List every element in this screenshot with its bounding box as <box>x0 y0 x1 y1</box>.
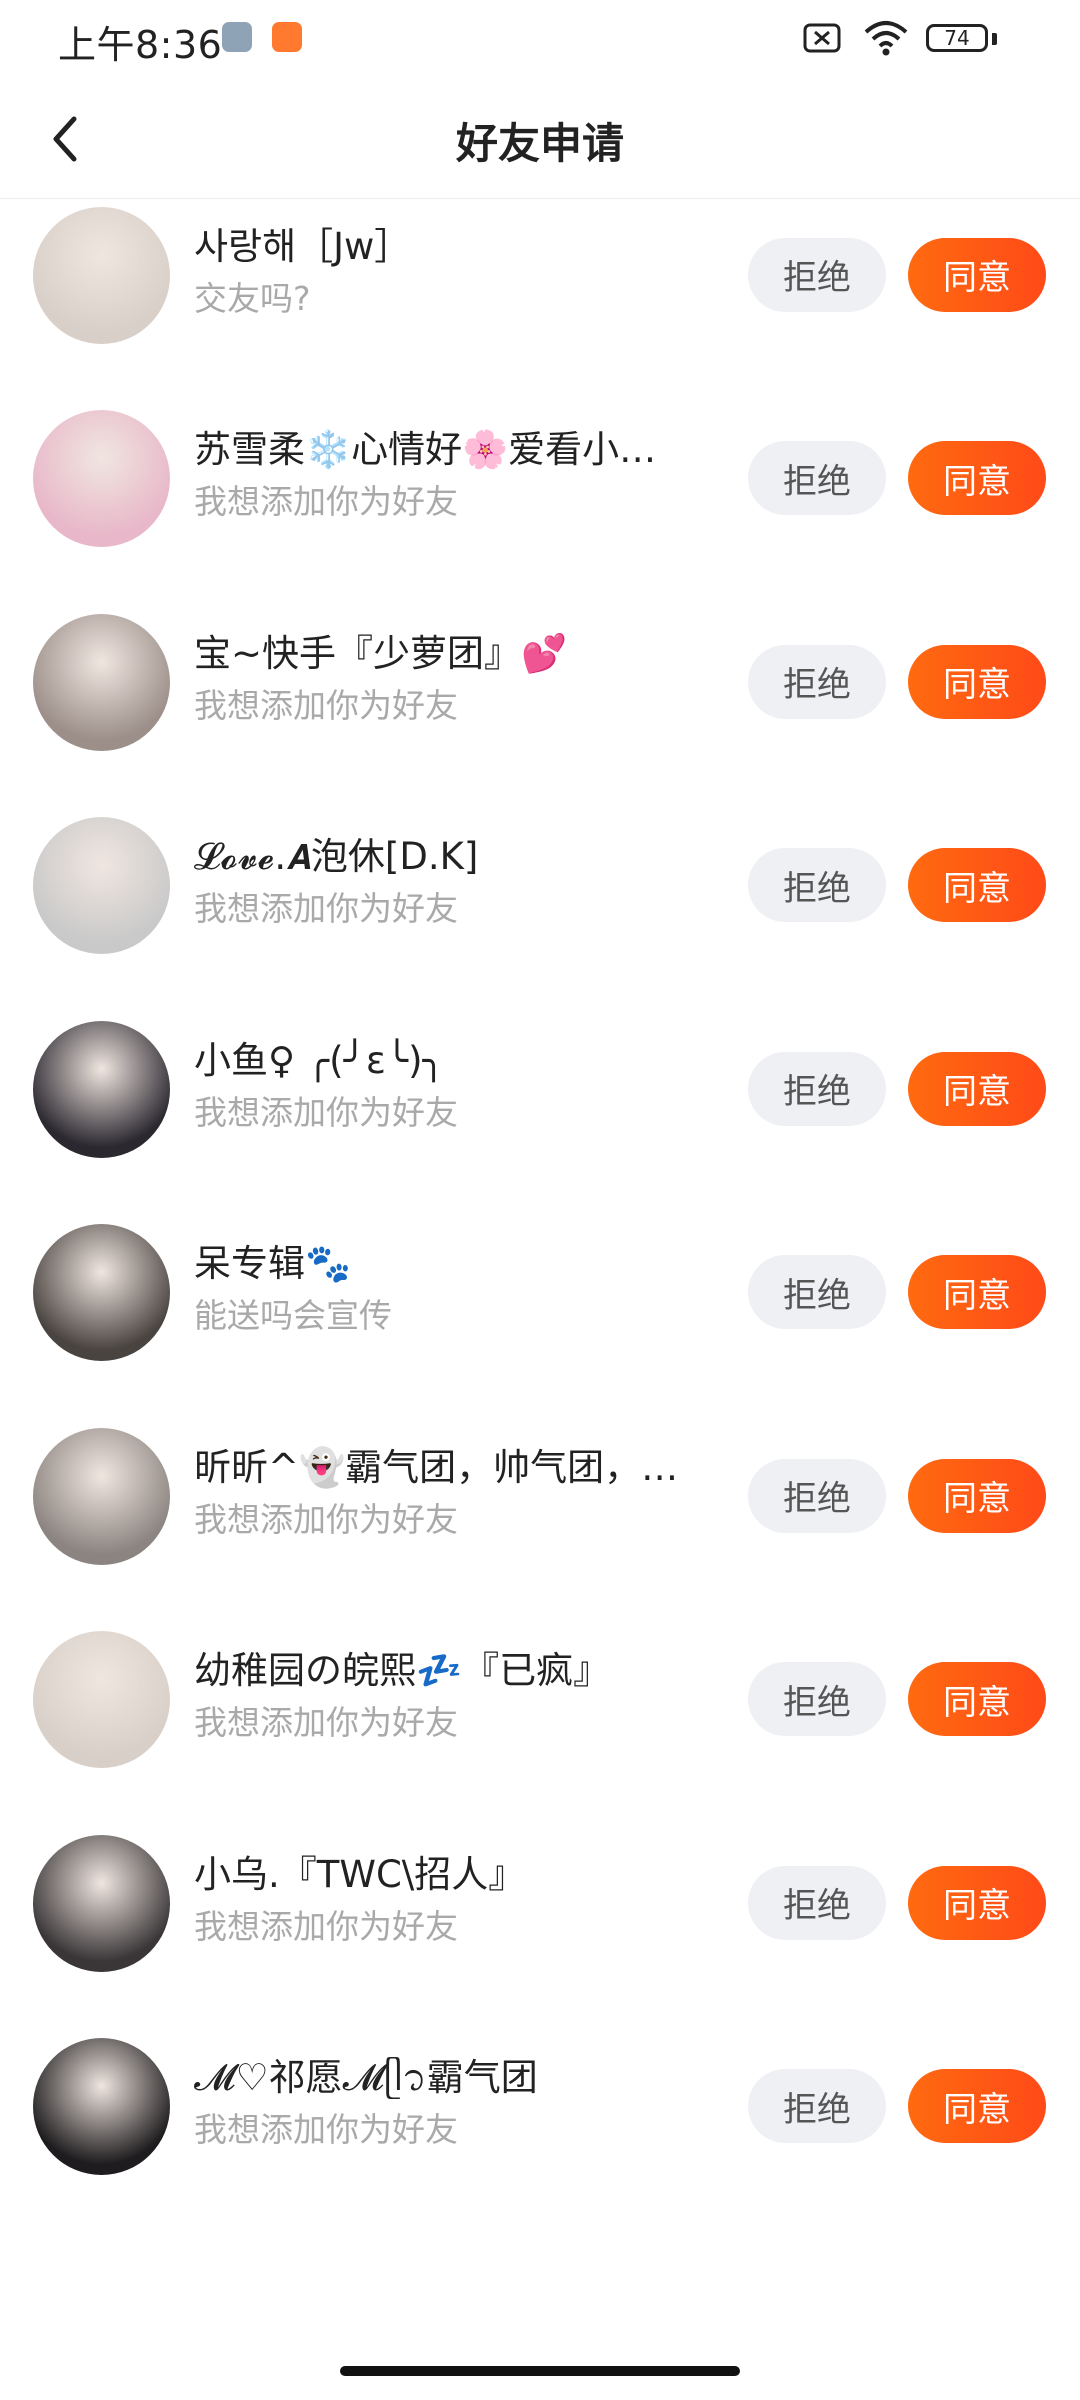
list-item[interactable]: 𝓛𝓸𝓿𝓮.𝘼泡休[D.K] 我想添加你为好友 拒绝 同意 <box>0 784 1080 988</box>
status-bar: 上午8:36 74 <box>0 0 1080 80</box>
accept-button[interactable]: 同意 <box>908 644 1046 719</box>
friend-request-list[interactable]: 枫叶.我想添加你为好友拒绝同意사랑해［Jw］交友吗?拒绝同意苏雪柔❄️心情好🌸爱… <box>0 198 1080 2338</box>
list-item[interactable]: 小鱼♀ ╭(╯ε╰)╮ 我想添加你为好友 拒绝 同意 <box>0 988 1080 1192</box>
no-sim-icon <box>803 23 841 53</box>
avatar[interactable] <box>33 613 170 751</box>
list-item[interactable]: 𝓜♡祁愿𝓜ᥫ᭡霸气团 我想添加你为好友 拒绝 同意 <box>0 2005 1080 2209</box>
avatar[interactable] <box>33 817 170 954</box>
avatar[interactable] <box>33 1834 170 1972</box>
reject-button[interactable]: 拒绝 <box>748 1662 886 1736</box>
list-item[interactable]: 呆专辑🐾 能送吗会宣传 拒绝 同意 <box>0 1191 1080 1395</box>
wifi-icon <box>864 21 908 56</box>
request-message: 我想添加你为好友 <box>194 1703 458 1742</box>
list-item[interactable]: 昕昕^👻霸气团，帅气团，… 我想添加你为好友 拒绝 同意 <box>0 1395 1080 1599</box>
reject-button[interactable]: 拒绝 <box>748 1458 886 1533</box>
avatar[interactable] <box>33 2038 170 2175</box>
list-item[interactable]: 幼稚园の皖熙💤『已疯』我想添加你为好友 拒绝 同意 <box>0 1598 1080 1802</box>
avatar[interactable] <box>33 1427 170 1565</box>
list-item[interactable]: 사랑해［Jw］ 交友吗? 拒绝 同意 <box>0 198 1080 377</box>
requester-name: 昕昕^👻霸气团，帅气团，… <box>194 1445 679 1489</box>
battery-icon: 74 <box>926 24 988 52</box>
requester-name: 宝~快手『少萝团』💕 <box>194 631 568 675</box>
request-message: 我想添加你为好友 <box>194 1499 458 1539</box>
accept-button[interactable]: 同意 <box>908 237 1046 312</box>
avatar[interactable] <box>33 1631 170 1768</box>
reject-button[interactable]: 拒绝 <box>748 644 886 719</box>
avatar[interactable] <box>33 206 170 344</box>
accept-button[interactable]: 同意 <box>908 1865 1046 1940</box>
page-title: 好友申请 <box>455 119 624 168</box>
reject-button[interactable]: 拒绝 <box>748 1051 886 1126</box>
requester-name: 𝓛𝓸𝓿𝓮.𝘼泡休[D.K] <box>194 835 479 878</box>
reject-button[interactable]: 拒绝 <box>748 1865 886 1940</box>
request-message: 我想添加你为好友 <box>194 1906 458 1946</box>
reject-button[interactable]: 拒绝 <box>748 848 886 922</box>
title-bar: 好友申请 <box>0 80 1080 199</box>
request-message: 我想添加你为好友 <box>194 1092 458 1132</box>
request-message: 我想添加你为好友 <box>194 685 458 725</box>
request-message: 我想添加你为好友 <box>194 482 458 521</box>
requester-name: 呆专辑🐾 <box>194 1242 352 1285</box>
accept-button[interactable]: 同意 <box>908 2069 1046 2143</box>
accept-button[interactable]: 同意 <box>908 1662 1046 1736</box>
store-notification-icon <box>272 22 302 52</box>
list-item[interactable]: 苏雪柔❄️心情好🌸爱看小… 我想添加你为好友 拒绝 同意 <box>0 377 1080 581</box>
status-time: 上午8:36 <box>58 23 223 67</box>
battery-level: 74 <box>944 26 970 50</box>
requester-name: 苏雪柔❄️心情好🌸爱看小… <box>194 428 657 471</box>
reject-button[interactable]: 拒绝 <box>748 237 886 312</box>
reject-button[interactable]: 拒绝 <box>748 2069 886 2143</box>
home-indicator[interactable] <box>340 2366 740 2376</box>
request-message: 我想添加你为好友 <box>194 889 458 928</box>
requester-name: 幼稚园の皖熙💤『已疯』 <box>194 1649 611 1692</box>
avatar[interactable] <box>33 410 170 547</box>
accept-button[interactable]: 同意 <box>908 848 1046 922</box>
avatar[interactable] <box>33 1020 170 1158</box>
accept-button[interactable]: 同意 <box>908 441 1046 515</box>
battery-cap <box>992 33 997 45</box>
list-item[interactable]: 小乌.『TWC\招人』我想添加你为好友 拒绝 同意 <box>0 1802 1080 2006</box>
requester-name: 사랑해［Jw］ <box>194 224 412 268</box>
reject-button[interactable]: 拒绝 <box>748 1255 886 1329</box>
reject-button[interactable]: 拒绝 <box>748 441 886 515</box>
request-message: 交友吗? <box>194 278 311 318</box>
accept-button[interactable]: 同意 <box>908 1458 1046 1533</box>
app-notification-icon <box>222 22 252 52</box>
request-message: 我想添加你为好友 <box>194 2110 458 2149</box>
request-message: 能送吗会宣传 <box>194 1296 392 1335</box>
requester-name: 小鱼♀ ╭(╯ε╰)╮ <box>194 1038 445 1082</box>
list-item[interactable]: 宝~快手『少萝团』💕 我想添加你为好友 拒绝 同意 <box>0 581 1080 785</box>
avatar[interactable] <box>33 1224 170 1361</box>
accept-button[interactable]: 同意 <box>908 1051 1046 1126</box>
accept-button[interactable]: 同意 <box>908 1255 1046 1329</box>
requester-name: 小乌.『TWC\招人』 <box>194 1852 526 1896</box>
